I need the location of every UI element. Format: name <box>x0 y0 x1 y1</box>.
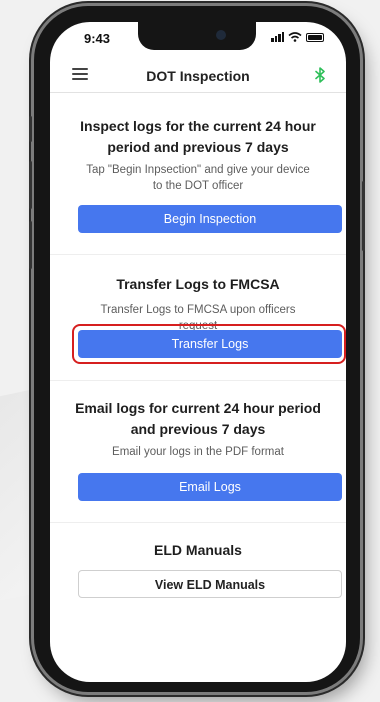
volume-up-button <box>29 161 32 209</box>
inspect-description: Tap "Begin Inpsection" and give your dev… <box>86 164 310 192</box>
bluetooth-icon[interactable] <box>314 67 326 83</box>
power-button <box>362 181 365 251</box>
inspect-description-wrap: Tap "Begin Inpsection" and give your dev… <box>50 162 346 194</box>
status-icons <box>271 32 324 42</box>
status-time: 9:43 <box>84 31 111 46</box>
transfer-section: Transfer Logs to FMCSA <box>50 274 346 295</box>
divider <box>50 522 346 523</box>
camera-icon <box>216 30 226 40</box>
email-description: Email your logs in the PDF format <box>112 446 284 458</box>
inspect-section: Inspect logs for the current 24 hour per… <box>50 116 346 158</box>
transfer-heading: Transfer Logs to FMCSA <box>116 276 280 292</box>
email-heading: Email logs for current 24 hour period an… <box>75 400 321 437</box>
cellular-signal-icon <box>271 32 284 42</box>
volume-down-button <box>29 221 32 269</box>
battery-icon <box>306 32 324 42</box>
page-title: DOT Inspection <box>146 68 250 84</box>
divider <box>50 254 346 255</box>
email-description-wrap: Email your logs in the PDF format <box>50 444 346 460</box>
manuals-section: ELD Manuals <box>50 540 346 561</box>
manuals-heading: ELD Manuals <box>154 542 242 558</box>
inspect-heading: Inspect logs for the current 24 hour per… <box>80 118 316 155</box>
email-logs-button[interactable]: Email Logs <box>78 473 342 501</box>
notch <box>138 22 256 50</box>
divider <box>50 380 346 381</box>
app-header: DOT Inspection <box>50 58 346 93</box>
phone-screen: 9:43 DOT Inspection Inspect logs for the… <box>50 22 346 682</box>
email-section: Email logs for current 24 hour period an… <box>50 398 346 440</box>
wifi-icon <box>288 32 302 42</box>
view-eld-manuals-button[interactable]: View ELD Manuals <box>78 570 342 598</box>
transfer-logs-button[interactable]: Transfer Logs <box>78 330 342 358</box>
mute-switch <box>29 116 32 142</box>
begin-inspection-button[interactable]: Begin Inspection <box>78 205 342 233</box>
